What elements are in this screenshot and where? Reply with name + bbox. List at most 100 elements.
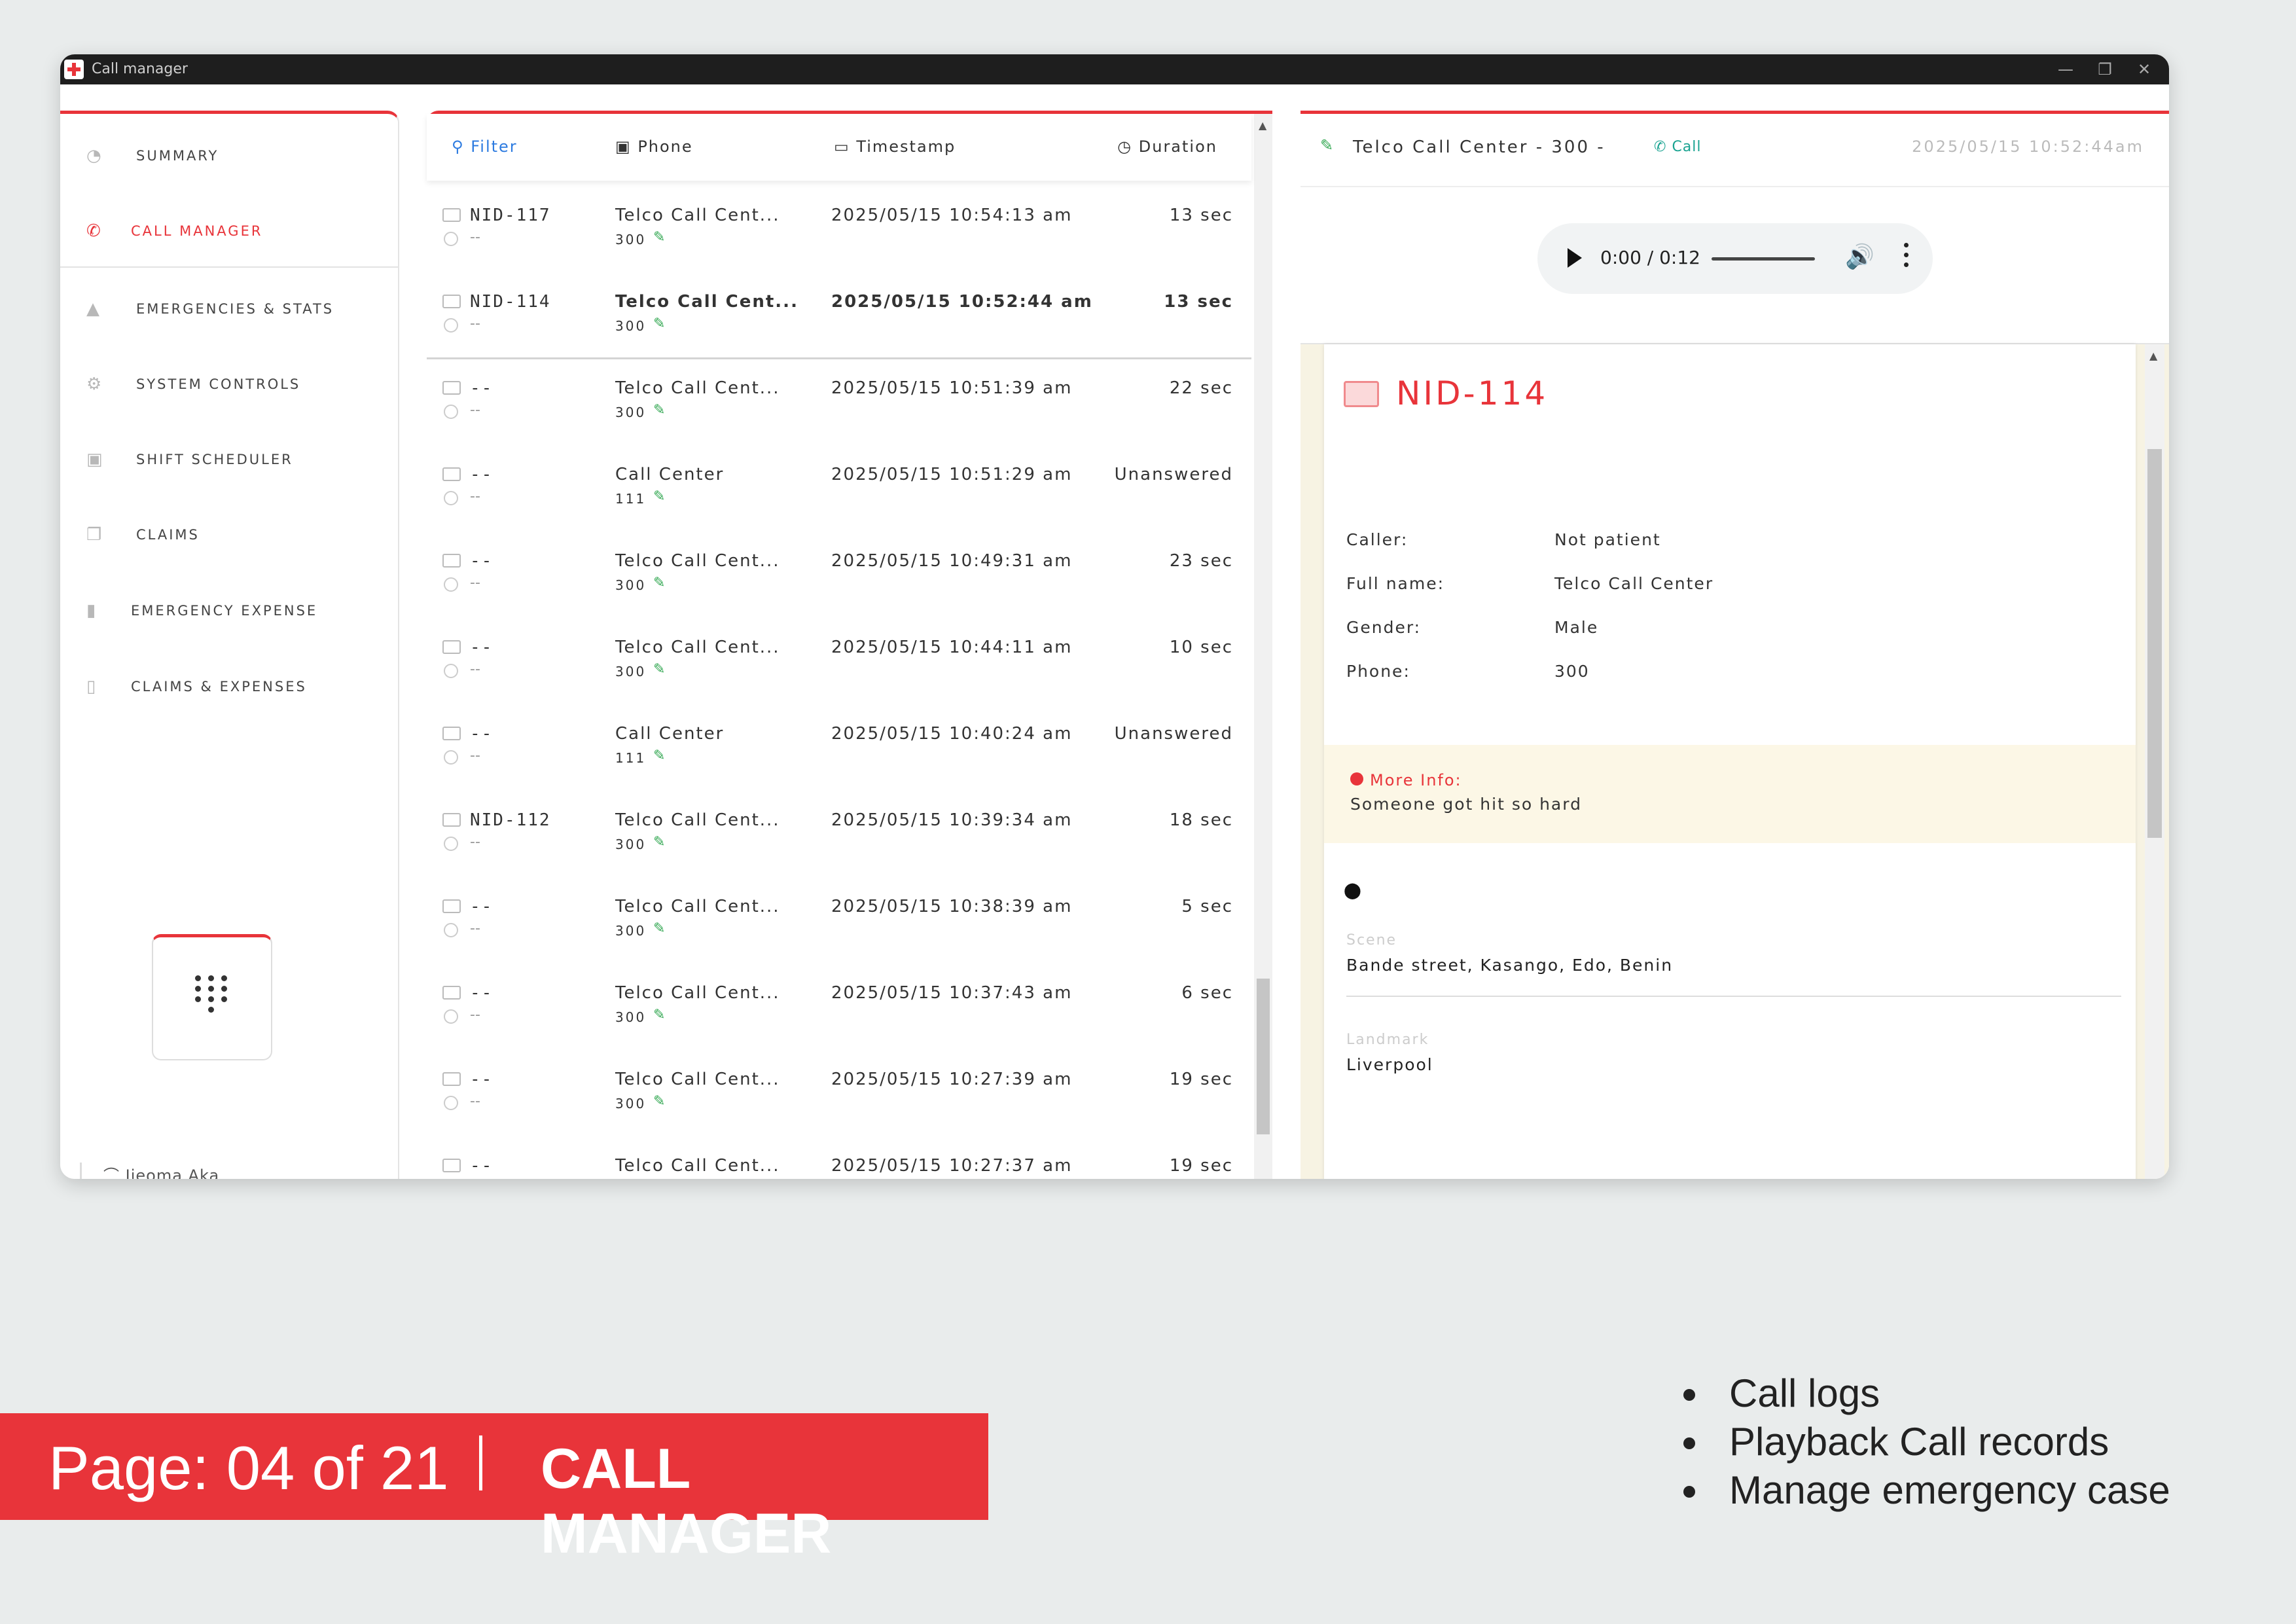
sidebar-item-shift-scheduler[interactable]: ▣ Shift scheduler bbox=[60, 433, 398, 486]
bookmark-outline-icon: ▯ bbox=[86, 677, 96, 696]
call-row[interactable]: ----Telco Call Cent...300✎2025/05/15 10:… bbox=[427, 530, 1251, 617]
edit-pen-icon[interactable]: ✎ bbox=[653, 661, 665, 677]
edit-pen-icon[interactable]: ✎ bbox=[653, 1093, 665, 1110]
play-button[interactable] bbox=[1568, 248, 1582, 268]
edit-pen-icon[interactable]: ✎ bbox=[653, 488, 665, 505]
scroll-up-arrow-icon[interactable]: ▲ bbox=[2149, 350, 2157, 362]
more-options-icon[interactable] bbox=[1904, 243, 1909, 272]
gears-icon: ⚙ bbox=[86, 374, 102, 394]
minimize-button[interactable]: — bbox=[2046, 54, 2085, 84]
dialpad-button[interactable] bbox=[152, 934, 272, 1060]
sidebar-item-claims-expenses[interactable]: ▯ Claims & expenses bbox=[60, 660, 398, 713]
clock-icon bbox=[444, 577, 458, 592]
location-pin-icon: ⬤ bbox=[1344, 881, 1361, 899]
close-button[interactable]: ✕ bbox=[2125, 54, 2164, 84]
row-duration: 10 sec bbox=[1169, 638, 1233, 657]
call-row[interactable]: ----Telco Call Cent...300✎2025/05/15 10:… bbox=[427, 357, 1251, 444]
edit-pen-icon[interactable]: ✎ bbox=[653, 316, 665, 332]
edit-pen-icon[interactable]: ✎ bbox=[1320, 136, 1333, 154]
column-header-timestamp[interactable]: ▭ Timestamp bbox=[834, 137, 956, 156]
clock-icon bbox=[444, 923, 458, 937]
app-logo-icon bbox=[64, 60, 84, 79]
edit-pen-icon[interactable]: ✎ bbox=[653, 575, 665, 591]
edit-pen-icon[interactable]: ✎ bbox=[653, 229, 665, 245]
call-list-scrollbar[interactable]: ▲ bbox=[1254, 114, 1272, 1179]
edit-pen-icon[interactable]: ✎ bbox=[653, 920, 665, 937]
page-banner: Page: 04 of 21 CALL MANAGER bbox=[0, 1413, 988, 1565]
column-header-phone[interactable]: ▣ Phone bbox=[615, 137, 693, 156]
call-row[interactable]: ----Telco Call Cent...300✎2025/05/15 10:… bbox=[427, 876, 1251, 962]
edit-pen-icon[interactable]: ✎ bbox=[653, 748, 665, 764]
call-button[interactable]: ✆ Call bbox=[1654, 139, 1702, 155]
row-timestamp: 2025/05/15 10:37:43 am bbox=[831, 983, 1073, 1003]
page-number: Page: 04 of 21 bbox=[48, 1434, 449, 1502]
sidebar-item-system-controls[interactable]: ⚙ System controls bbox=[60, 358, 398, 410]
gender-label: Gender: bbox=[1346, 618, 1422, 637]
row-nid: -- bbox=[470, 1156, 493, 1176]
phone-square-icon: ▣ bbox=[615, 137, 638, 156]
row-duration: 13 sec bbox=[1169, 206, 1233, 225]
edit-pen-icon[interactable]: ✎ bbox=[653, 402, 665, 418]
clock-icon bbox=[444, 318, 458, 333]
call-row[interactable]: NID-114 -- Telco Call Cent... 300 ✎ 2025/05/1… bbox=[427, 271, 1251, 359]
sidebar-item-summary[interactable]: ◔ Summary bbox=[60, 130, 398, 182]
calendar-icon: ▭ bbox=[834, 137, 857, 156]
row-timestamp: 2025/05/15 10:51:39 am bbox=[831, 378, 1073, 398]
scroll-up-arrow-icon[interactable]: ▲ bbox=[1259, 119, 1266, 132]
sidebar-item-call-manager[interactable]: ✆ Call manager bbox=[60, 205, 398, 257]
row-timestamp: 2025/05/15 10:27:37 am bbox=[831, 1156, 1073, 1176]
phone-header-label: Phone bbox=[637, 137, 693, 156]
row-caller-name: Telco Call Cent... bbox=[615, 1070, 780, 1089]
detail-timestamp: 2025/05/15 10:52:44am bbox=[1912, 137, 2144, 156]
sidebar-item-emergency-expense[interactable]: ▮ Emergency expense bbox=[60, 585, 398, 637]
row-sub: -- bbox=[470, 834, 480, 850]
call-row[interactable]: NID-117 -- Telco Call Cent... 300 ✎ 2025/05/1… bbox=[427, 185, 1251, 271]
phone-value: 300 bbox=[1554, 662, 1590, 681]
sidebar-item-label: Claims bbox=[136, 527, 200, 543]
row-duration: Unanswered bbox=[1114, 465, 1233, 484]
edit-pen-icon[interactable]: ✎ bbox=[653, 834, 665, 850]
call-list-header: ⚲ Filter ▣ Phone ▭ Timestamp ◷ Duration bbox=[427, 114, 1251, 181]
sidebar-item-label: Emergency expense bbox=[131, 603, 318, 619]
caller-label: Caller: bbox=[1346, 530, 1408, 549]
feature-item: Playback Call records bbox=[1676, 1418, 2170, 1466]
scrollbar-thumb[interactable] bbox=[2147, 449, 2162, 838]
filter-button[interactable]: ⚲ Filter bbox=[452, 137, 518, 156]
call-row[interactable]: ----Telco Call Cent...300✎2025/05/15 10:… bbox=[427, 617, 1251, 703]
call-row[interactable]: ----Telco Call Cent...300✎2025/05/15 10:… bbox=[427, 962, 1251, 1049]
detail-scrollbar[interactable]: ▲ bbox=[2145, 344, 2164, 1179]
bookmark-icon: ▮ bbox=[86, 601, 96, 621]
headset-icon: ⌒ bbox=[103, 1166, 126, 1179]
calendar-icon: ▣ bbox=[86, 450, 103, 469]
volume-icon[interactable]: 🔊 bbox=[1845, 243, 1874, 270]
id-card-icon bbox=[442, 1159, 461, 1172]
app-window: Call manager — ❐ ✕ ◔ Summary ✆ Call mana… bbox=[60, 54, 2169, 1179]
audio-progress-slider[interactable] bbox=[1712, 257, 1815, 261]
clock-icon bbox=[444, 232, 458, 246]
row-timestamp: 2025/05/15 10:40:24 am bbox=[831, 724, 1073, 744]
pie-chart-icon: ◔ bbox=[86, 146, 101, 166]
row-phone-number: 300 bbox=[615, 923, 647, 939]
call-row[interactable]: -- -- Call Center 111 ✎ 2025/05/15 10:40:24 a… bbox=[427, 703, 1251, 789]
clock-icon bbox=[444, 750, 458, 765]
sidebar-item-emergencies-stats[interactable]: ▲ Emergencies & stats bbox=[60, 283, 398, 335]
row-phone-number: 111 bbox=[615, 750, 647, 766]
sidebar-item-label: Emergencies & stats bbox=[136, 301, 334, 317]
row-sub: -- bbox=[470, 661, 480, 677]
call-row[interactable]: -- -- Call Center 111 ✎ 2025/05/15 10:51:29 a… bbox=[427, 444, 1251, 530]
call-row[interactable]: ----Telco Call Cent...300✎2025/05/15 10:… bbox=[427, 1135, 1251, 1179]
call-row[interactable]: NID-112 -- Telco Call Cent... 300 ✎ 2025/05/1… bbox=[427, 789, 1251, 876]
phone-icon: ✆ bbox=[86, 221, 101, 241]
scrollbar-thumb[interactable] bbox=[1257, 979, 1270, 1134]
row-caller-name: Telco Call Cent... bbox=[615, 292, 798, 312]
row-caller-name: Telco Call Cent... bbox=[615, 897, 780, 916]
column-header-duration[interactable]: ◷ Duration bbox=[1117, 137, 1217, 156]
edit-pen-icon[interactable]: ✎ bbox=[653, 1007, 665, 1023]
user-divider bbox=[80, 1163, 82, 1179]
row-timestamp: 2025/05/15 10:39:34 am bbox=[831, 810, 1073, 830]
sidebar-item-claims[interactable]: ❐ Claims bbox=[60, 509, 398, 561]
restore-button[interactable]: ❐ bbox=[2085, 54, 2125, 84]
call-label: Call bbox=[1672, 139, 1702, 155]
call-row[interactable]: ----Telco Call Cent...300✎2025/05/15 10:… bbox=[427, 1049, 1251, 1135]
row-timestamp: 2025/05/15 10:49:31 am bbox=[831, 551, 1073, 571]
